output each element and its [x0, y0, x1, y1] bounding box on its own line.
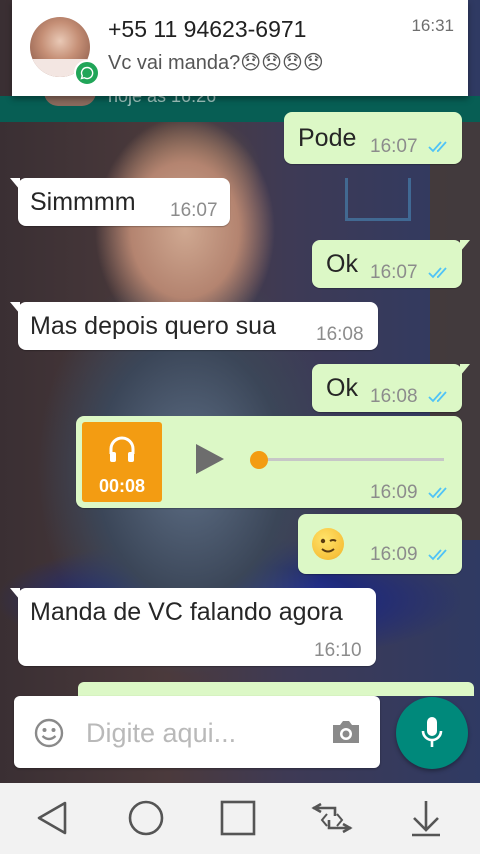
audio-thumbnail: 00:08	[82, 422, 162, 502]
recents-icon[interactable]	[212, 795, 264, 841]
message-bubble-outgoing[interactable]: 16:09	[298, 514, 462, 574]
wallpaper-detail	[345, 178, 411, 221]
message-bubble-outgoing[interactable]: Ok 16:08	[312, 364, 470, 412]
message-time: 16:08	[316, 324, 364, 345]
message-notification[interactable]: +55 11 94623-6971 Vc vai manda?😞😞😞😞 16:3…	[12, 0, 468, 96]
message-text: Manda de VC falando agora	[30, 598, 343, 626]
message-time: 16:08	[370, 386, 418, 407]
message-bubble-outgoing[interactable]: Pode 16:07	[284, 112, 462, 164]
audio-message[interactable]: 00:08 16:09	[76, 416, 462, 508]
audio-seek-thumb[interactable]	[250, 451, 268, 469]
read-receipt-icon	[428, 549, 447, 561]
read-receipt-icon	[428, 141, 447, 153]
microphone-icon	[421, 717, 443, 747]
navigation-bar	[0, 783, 480, 854]
winking-face-emoji	[312, 528, 344, 560]
notification-title: +55 11 94623-6971	[108, 16, 307, 42]
message-text: Ok	[326, 250, 358, 278]
message-time: 16:10	[314, 640, 362, 661]
whatsapp-icon	[74, 60, 100, 86]
camera-icon[interactable]	[330, 718, 362, 746]
read-receipt-icon	[428, 267, 447, 279]
microphone-button[interactable]	[396, 697, 468, 769]
smiley-icon[interactable]	[34, 718, 64, 748]
message-bubble-incoming[interactable]: Manda de VC falando agora 16:10	[10, 588, 376, 666]
message-text: Ok	[326, 374, 358, 402]
notification-pull-icon[interactable]	[400, 795, 452, 841]
message-bubble-incoming[interactable]: Simmmm 16:07	[10, 178, 230, 226]
message-time: 16:07	[370, 136, 418, 157]
home-icon[interactable]	[120, 795, 172, 841]
message-bubble-outgoing[interactable]: Ok 16:07	[312, 240, 470, 288]
audio-duration: 00:08	[98, 476, 146, 496]
message-text: Simmmm	[30, 188, 136, 216]
switch-apps-icon[interactable]	[306, 795, 358, 841]
back-icon[interactable]	[26, 795, 78, 841]
message-input-placeholder: Digite aqui...	[86, 718, 237, 748]
message-bubble-outgoing[interactable]	[78, 682, 474, 696]
play-icon[interactable]	[196, 444, 224, 474]
notification-text: Vc vai manda?😞😞😞😞	[108, 52, 324, 74]
message-time: 16:07	[170, 200, 218, 221]
notification-time: 16:31	[411, 16, 454, 35]
message-bubble-incoming[interactable]: Mas depois quero sua 16:08	[10, 302, 378, 350]
headphones-icon	[109, 436, 135, 462]
message-time: 16:09	[370, 544, 418, 565]
message-input[interactable]: Digite aqui...	[14, 696, 380, 768]
message-text: Pode	[298, 124, 357, 152]
message-time: 16:07	[370, 262, 418, 283]
read-receipt-icon	[428, 487, 447, 499]
message-time: 16:09	[370, 482, 418, 503]
message-text: Mas depois quero sua	[30, 312, 276, 340]
read-receipt-icon	[428, 391, 447, 403]
audio-seek-bar[interactable]	[258, 458, 444, 461]
